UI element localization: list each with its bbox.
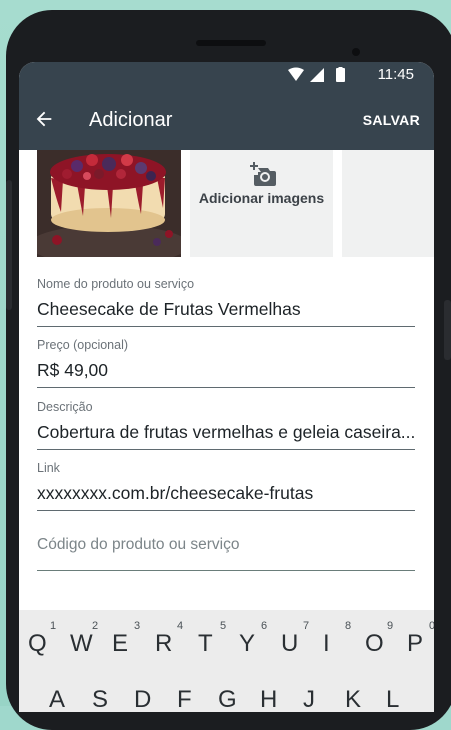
key-hint-7: 7 (303, 620, 310, 632)
product-image[interactable] (37, 150, 181, 257)
price-field-label: Preço (opcional) (37, 338, 129, 352)
cell-signal-icon (310, 68, 324, 82)
side-button-right (444, 300, 451, 360)
front-camera (352, 48, 360, 56)
price-input[interactable]: R$ 49,00 (37, 360, 415, 388)
key-i[interactable]: I (323, 630, 330, 658)
status-icons (288, 67, 345, 82)
images-row: Adicionar imagens (19, 150, 434, 258)
key-d[interactable]: D (134, 686, 151, 712)
add-images-button[interactable]: Adicionar imagens (190, 150, 333, 257)
cheesecake-photo (37, 150, 181, 257)
key-hint-3: 3 (134, 620, 141, 632)
description-field[interactable]: Descrição Cobertura de frutas vermelhas … (37, 400, 415, 450)
side-button-left (6, 180, 12, 310)
app-bar: Adicionar SALVAR (19, 88, 434, 150)
key-hint-0: 0 (429, 620, 434, 632)
status-bar: 11:45 (19, 62, 434, 88)
key-e[interactable]: E (112, 630, 128, 658)
key-hint-1: 1 (50, 620, 57, 632)
key-hint-5: 5 (220, 620, 227, 632)
key-p[interactable]: P (407, 630, 423, 658)
key-s[interactable]: S (92, 686, 108, 712)
link-field[interactable]: Link xxxxxxxx.com.br/cheesecake-frutas (37, 461, 415, 511)
image-slot[interactable] (342, 150, 434, 257)
description-input[interactable]: Cobertura de frutas vermelhas e geleia c… (37, 422, 415, 450)
earpiece-speaker (196, 40, 266, 46)
arrow-left-icon[interactable] (33, 108, 55, 130)
key-r[interactable]: R (155, 630, 172, 658)
add-photo-icon (250, 162, 276, 186)
key-hint-2: 2 (92, 620, 99, 632)
key-w[interactable]: W (70, 630, 93, 658)
page-title: Adicionar (89, 109, 173, 131)
key-hint-8: 8 (345, 620, 352, 632)
key-g[interactable]: G (218, 686, 237, 712)
link-field-label: Link (37, 461, 60, 475)
key-h[interactable]: H (260, 686, 277, 712)
wifi-icon (288, 67, 304, 81)
key-hint-6: 6 (261, 620, 268, 632)
key-f[interactable]: F (177, 686, 192, 712)
key-hint-4: 4 (177, 620, 184, 632)
key-y[interactable]: Y (239, 630, 255, 658)
key-j[interactable]: J (303, 686, 315, 712)
name-field[interactable]: Nome do produto ou serviço Cheesecake de… (37, 277, 415, 327)
price-field[interactable]: Preço (opcional) R$ 49,00 (37, 338, 415, 388)
description-field-label: Descrição (37, 400, 93, 414)
key-hint-9: 9 (387, 620, 394, 632)
key-l[interactable]: L (386, 686, 399, 712)
name-field-label: Nome do produto ou serviço (37, 277, 195, 291)
key-u[interactable]: U (281, 630, 298, 658)
status-time: 11:45 (377, 66, 414, 83)
add-images-label: Adicionar imagens (198, 190, 325, 206)
name-input[interactable]: Cheesecake de Frutas Vermelhas (37, 299, 415, 327)
key-o[interactable]: O (365, 630, 384, 658)
key-a[interactable]: A (49, 686, 65, 712)
code-field[interactable]: Código do produto ou serviço (37, 536, 415, 571)
link-input[interactable]: xxxxxxxx.com.br/cheesecake-frutas (37, 483, 415, 511)
key-k[interactable]: K (345, 686, 361, 712)
keyboard: Q1 W2 E3 R4 T5Y6 U7 I 8 O9 P0 A SDFGHJ KL (19, 610, 434, 712)
battery-icon (336, 68, 345, 82)
key-t[interactable]: T (198, 630, 213, 658)
screen: 11:45 Adicionar SALVAR Adicionar imagens… (19, 62, 434, 712)
code-input[interactable]: Código do produto ou serviço (37, 536, 415, 571)
save-button[interactable]: SALVAR (363, 112, 420, 128)
key-q[interactable]: Q (28, 630, 47, 658)
